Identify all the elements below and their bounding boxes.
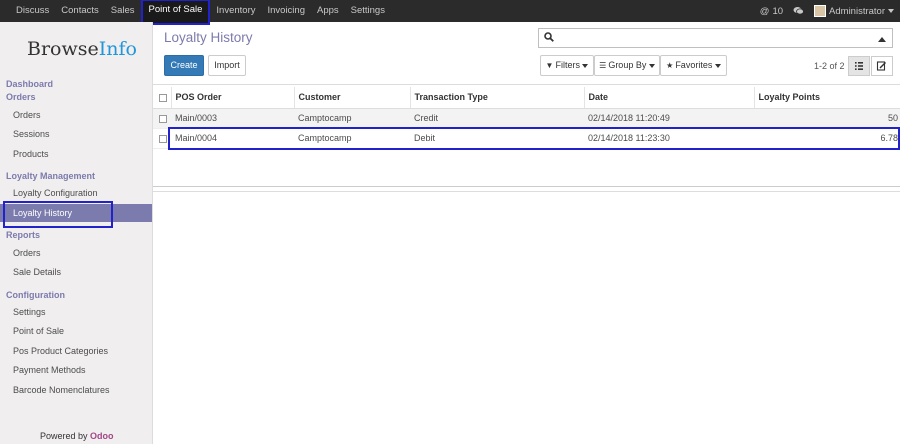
avatar [814, 5, 827, 17]
sidebar: BrowseInfo Dashboard Orders Orders Sessi… [0, 22, 153, 444]
caret-down-icon [648, 64, 655, 68]
group-by-label: Group By [608, 60, 647, 70]
user-name: Administrator [829, 5, 885, 17]
sidebar-item-sale-details[interactable]: Sale Details [0, 263, 152, 281]
content-divider [153, 191, 900, 192]
sidebar-item-sessions[interactable]: Sessions [0, 125, 152, 143]
search-input[interactable] [538, 28, 893, 48]
filters-label: Filters [555, 60, 580, 70]
mentions-button[interactable]: @ 10 [760, 6, 783, 17]
powered-by-text: Powered by [40, 431, 88, 441]
import-button[interactable]: Import [208, 55, 246, 76]
cell-loyalty-points: 6.78 [754, 128, 900, 149]
row-checkbox[interactable] [159, 114, 167, 123]
list-view-icon [855, 62, 863, 70]
list-bars-icon: ☰ [599, 61, 607, 70]
user-menu[interactable]: Administrator [814, 5, 894, 17]
menu-inventory[interactable]: Inventory [210, 0, 261, 22]
group-by-button[interactable]: ☰ Group By [594, 55, 660, 76]
sidebar-item-loyalty-configuration[interactable]: Loyalty Configuration [0, 184, 152, 202]
sidebar-item-pos-product-categories[interactable]: Pos Product Categories [0, 342, 152, 360]
menu-settings[interactable]: Settings [345, 0, 391, 22]
cell-customer: Camptocamp [294, 128, 410, 149]
caret-down-icon [714, 64, 721, 68]
sidebar-item-settings[interactable]: Settings [0, 303, 152, 321]
menu-discuss[interactable]: Discuss [10, 0, 55, 22]
search-icon [544, 32, 554, 42]
company-logo[interactable]: BrowseInfo [27, 38, 137, 60]
cell-transaction-type: Debit [410, 128, 584, 149]
cell-date: 02/14/2018 11:23:30 [584, 128, 754, 149]
form-view-button[interactable] [871, 56, 893, 76]
messaging-button[interactable] [793, 6, 804, 16]
column-header-pos-order[interactable]: POS Order [170, 87, 294, 109]
chat-bubble-icon [793, 7, 804, 15]
sidebar-item-barcode-nomenclatures[interactable]: Barcode Nomenclatures [0, 381, 152, 399]
cell-loyalty-points: 50 [754, 108, 900, 129]
sidebar-section-configuration[interactable]: Configuration [6, 290, 65, 300]
cell-customer: Camptocamp [294, 108, 410, 129]
at-icon: @ [759, 5, 770, 17]
table-row[interactable]: Main/0003 Camptocamp Credit 02/14/2018 1… [153, 108, 900, 129]
menu-sales[interactable]: Sales [105, 0, 141, 22]
row-checkbox[interactable] [159, 134, 167, 143]
loyalty-history-table: POS Order Customer Transaction Type Date… [153, 87, 900, 149]
pager-value[interactable]: 1-2 of 2 [814, 61, 845, 71]
systray: @ 10 Administrator [760, 0, 894, 22]
sidebar-item-point-of-sale[interactable]: Point of Sale [0, 322, 152, 340]
sidebar-item-loyalty-history[interactable]: Loyalty History [0, 204, 152, 222]
logo-text-browse: Browse [27, 38, 99, 60]
page-title: Loyalty History [164, 30, 253, 45]
select-all-checkbox[interactable] [159, 93, 167, 102]
sidebar-item-orders[interactable]: Orders [0, 106, 152, 124]
sidebar-item-products[interactable]: Products [0, 145, 152, 163]
favorites-label: Favorites [675, 60, 713, 70]
cell-date: 02/14/2018 11:20:49 [584, 108, 754, 129]
column-header-loyalty-points[interactable]: Loyalty Points [753, 87, 900, 109]
caret-down-icon [888, 9, 894, 13]
filter-icon: ▼ [545, 61, 554, 70]
caret-down-icon [582, 64, 589, 68]
control-panel-divider [153, 84, 900, 85]
app-menu: Discuss Contacts Sales Point of Sale Inv… [10, 0, 391, 25]
logo-text-info: Info [98, 38, 137, 60]
search-options-toggle-icon[interactable] [878, 37, 886, 42]
powered-by: Powered by Odoo [40, 431, 114, 441]
menu-apps[interactable]: Apps [311, 0, 345, 22]
menu-contacts[interactable]: Contacts [55, 0, 105, 22]
table-header-row: POS Order Customer Transaction Type Date… [153, 87, 900, 109]
edit-form-icon [876, 61, 886, 71]
cell-transaction-type: Credit [410, 108, 584, 129]
favorites-button[interactable]: ★ Favorites [660, 55, 727, 76]
sidebar-section-orders[interactable]: Orders [6, 92, 36, 102]
column-header-customer[interactable]: Customer [293, 87, 410, 109]
column-header-date[interactable]: Date [583, 87, 754, 109]
cell-pos-order: Main/0003 [171, 108, 294, 129]
table-row[interactable]: Main/0004 Camptocamp Debit 02/14/2018 11… [153, 128, 900, 149]
sidebar-item-payment-methods[interactable]: Payment Methods [0, 361, 152, 379]
mentions-count: 10 [772, 5, 784, 17]
select-all-cell[interactable] [153, 87, 171, 109]
sidebar-section-reports[interactable]: Reports [6, 230, 40, 240]
sidebar-section-loyalty-management[interactable]: Loyalty Management [6, 171, 95, 181]
filters-button[interactable]: ▼ Filters [540, 55, 594, 76]
row-select-cell[interactable] [153, 128, 171, 149]
menu-invoicing[interactable]: Invoicing [261, 0, 311, 22]
sidebar-section-dashboard[interactable]: Dashboard [6, 79, 53, 89]
row-select-cell[interactable] [153, 108, 171, 129]
sidebar-item-report-orders[interactable]: Orders [0, 244, 152, 262]
cell-pos-order: Main/0004 [171, 128, 294, 149]
table-footer-divider [153, 186, 900, 187]
list-view-button[interactable] [848, 56, 870, 76]
top-navbar: Discuss Contacts Sales Point of Sale Inv… [0, 0, 900, 25]
column-header-transaction-type[interactable]: Transaction Type [409, 87, 584, 109]
create-button[interactable]: Create [164, 55, 204, 76]
star-icon: ★ [666, 61, 674, 70]
odoo-link[interactable]: Odoo [90, 431, 114, 441]
